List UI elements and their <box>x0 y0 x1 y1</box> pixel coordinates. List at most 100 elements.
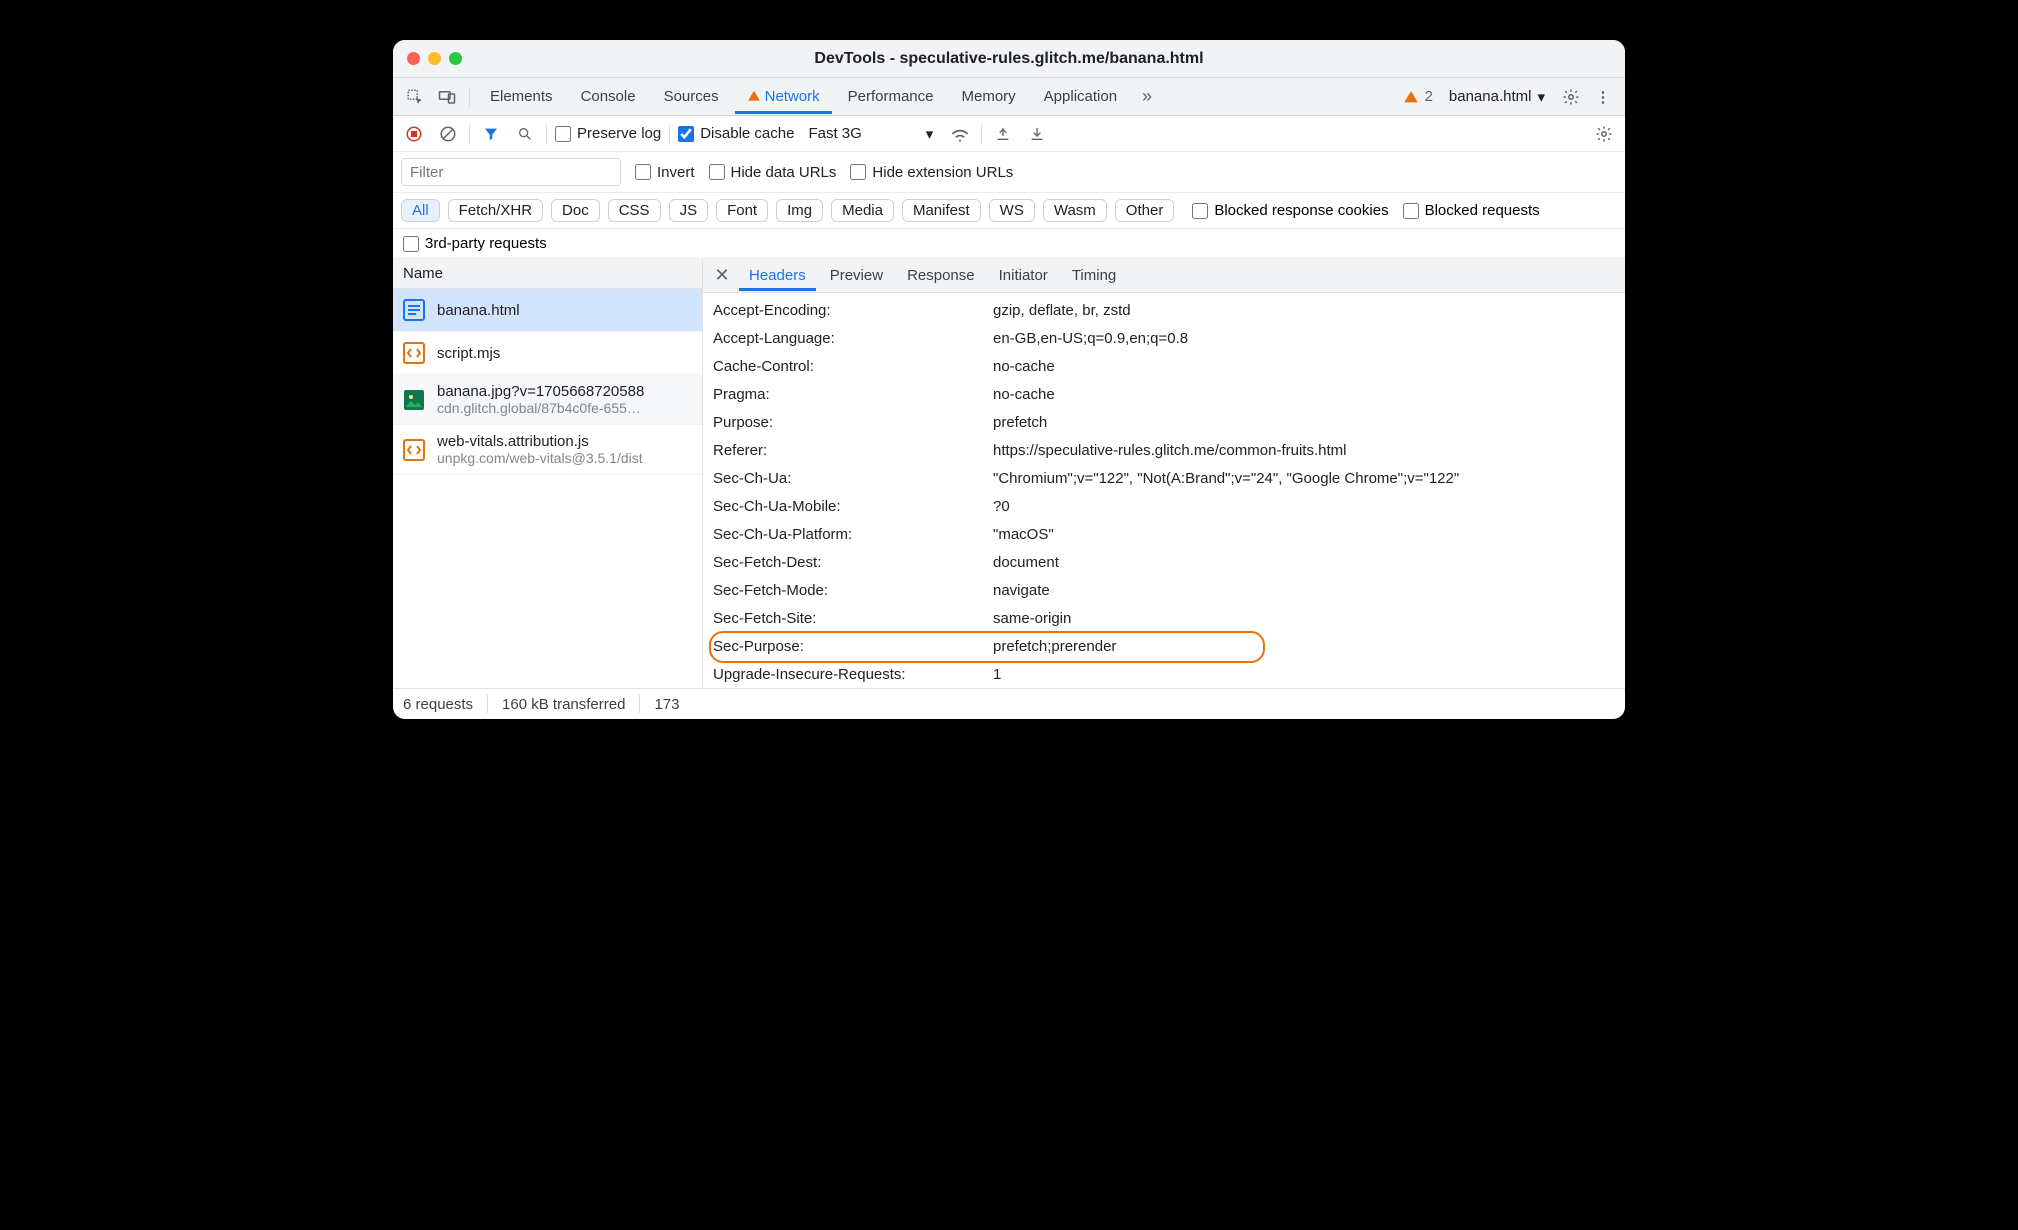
invert-label: Invert <box>657 164 695 181</box>
request-row[interactable]: web-vitals.attribution.jsunpkg.com/web-v… <box>393 425 702 475</box>
detail-tab-initiator[interactable]: Initiator <box>989 261 1058 290</box>
request-name: web-vitals.attribution.js <box>437 433 643 450</box>
header-value: "Chromium";v="122", "Not(A:Brand";v="24"… <box>993 467 1615 491</box>
type-chip-img[interactable]: Img <box>776 199 823 222</box>
blocked-cookies-checkbox[interactable]: Blocked response cookies <box>1192 202 1388 219</box>
divider <box>469 124 470 144</box>
network-conditions-icon[interactable] <box>947 121 973 147</box>
invert-checkbox[interactable]: Invert <box>635 164 695 181</box>
tab-network[interactable]: Network <box>735 80 832 114</box>
zoom-window-icon[interactable] <box>449 52 462 65</box>
close-detail-icon[interactable]: ✕ <box>709 265 735 286</box>
tab-memory[interactable]: Memory <box>950 80 1028 113</box>
header-row: Sec-Purpose:prefetch;prerender <box>703 633 1625 661</box>
traffic-lights <box>407 52 462 65</box>
hide-extension-urls-checkbox[interactable]: Hide extension URLs <box>850 164 1013 181</box>
inspect-icon[interactable] <box>401 83 429 111</box>
tab-application[interactable]: Application <box>1032 80 1129 113</box>
minimize-window-icon[interactable] <box>428 52 441 65</box>
preserve-log-label: Preserve log <box>577 125 661 142</box>
header-name: Cache-Control: <box>713 355 993 379</box>
record-icon[interactable] <box>401 121 427 147</box>
tab-sources[interactable]: Sources <box>652 80 731 113</box>
main-tabbar: ElementsConsoleSourcesNetworkPerformance… <box>393 78 1625 116</box>
divider <box>639 695 640 713</box>
header-value: no-cache <box>993 355 1615 379</box>
type-chip-fetch-xhr[interactable]: Fetch/XHR <box>448 199 543 222</box>
tab-elements[interactable]: Elements <box>478 80 565 113</box>
kebab-menu-icon[interactable]: ⋮ <box>1589 83 1617 111</box>
header-value: same-origin <box>993 607 1615 631</box>
disable-cache-checkbox[interactable]: Disable cache <box>678 125 794 142</box>
request-domain: unpkg.com/web-vitals@3.5.1/dist <box>437 450 643 466</box>
request-row[interactable]: banana.jpg?v=1705668720588cdn.glitch.glo… <box>393 375 702 425</box>
status-requests: 6 requests <box>403 696 473 713</box>
panel-settings-gear-icon[interactable] <box>1591 121 1617 147</box>
type-chip-other[interactable]: Other <box>1115 199 1175 222</box>
divider <box>546 124 547 144</box>
device-toggle-icon[interactable] <box>433 83 461 111</box>
context-selector[interactable]: banana.html ▾ <box>1449 88 1545 106</box>
header-value: prefetch <box>993 411 1615 435</box>
detail-tab-timing[interactable]: Timing <box>1062 261 1126 290</box>
header-value: https://speculative-rules.glitch.me/comm… <box>993 439 1615 463</box>
devtools-window: DevTools - speculative-rules.glitch.me/b… <box>393 40 1625 719</box>
tab-performance[interactable]: Performance <box>836 80 946 113</box>
detail-tab-response[interactable]: Response <box>897 261 985 290</box>
settings-gear-icon[interactable] <box>1557 83 1585 111</box>
request-list: banana.htmlscript.mjsbanana.jpg?v=170566… <box>393 289 702 688</box>
filter-funnel-icon[interactable] <box>478 121 504 147</box>
warning-badge[interactable]: 2 <box>1403 88 1433 105</box>
chevron-down-icon: ▾ <box>1537 88 1545 106</box>
header-value: gzip, deflate, br, zstd <box>993 299 1615 323</box>
header-name: Referer: <box>713 439 993 463</box>
headers-list: Accept-Encoding:gzip, deflate, br, zstdA… <box>703 293 1625 688</box>
type-chip-css[interactable]: CSS <box>608 199 661 222</box>
header-value: no-cache <box>993 383 1615 407</box>
img-file-icon <box>401 387 427 413</box>
third-party-row: 3rd-party requests <box>393 229 1625 259</box>
detail-tabbar: ✕ HeadersPreviewResponseInitiatorTiming <box>703 259 1625 293</box>
request-row[interactable]: script.mjs <box>393 332 702 375</box>
divider <box>981 124 982 144</box>
type-chip-ws[interactable]: WS <box>989 199 1035 222</box>
type-chip-wasm[interactable]: Wasm <box>1043 199 1107 222</box>
header-name: Pragma: <box>713 383 993 407</box>
detail-tab-headers[interactable]: Headers <box>739 261 816 291</box>
type-chip-media[interactable]: Media <box>831 199 894 222</box>
header-name: Sec-Fetch-Mode: <box>713 579 993 603</box>
throttle-select[interactable]: Fast 3G ▾ <box>802 123 939 145</box>
doc-file-icon <box>401 297 427 323</box>
blocked-cookies-label: Blocked response cookies <box>1214 202 1388 219</box>
hide-data-urls-checkbox[interactable]: Hide data URLs <box>709 164 837 181</box>
more-tabs-icon[interactable]: » <box>1133 83 1161 111</box>
clear-icon[interactable] <box>435 121 461 147</box>
header-value: 1 <box>993 663 1615 687</box>
export-har-icon[interactable] <box>990 121 1016 147</box>
type-chip-js[interactable]: JS <box>669 199 709 222</box>
request-row[interactable]: banana.html <box>393 289 702 332</box>
filter-input[interactable] <box>401 158 621 186</box>
search-icon[interactable] <box>512 121 538 147</box>
preserve-log-checkbox[interactable]: Preserve log <box>555 125 661 142</box>
type-chip-font[interactable]: Font <box>716 199 768 222</box>
header-value: en-GB,en-US;q=0.9,en;q=0.8 <box>993 327 1615 351</box>
header-name: Sec-Ch-Ua-Platform: <box>713 523 993 547</box>
type-chip-manifest[interactable]: Manifest <box>902 199 981 222</box>
type-chip-all[interactable]: All <box>401 199 440 222</box>
header-row: Accept-Language:en-GB,en-US;q=0.9,en;q=0… <box>703 325 1625 353</box>
divider <box>469 87 470 107</box>
blocked-requests-checkbox[interactable]: Blocked requests <box>1403 202 1540 219</box>
divider <box>669 124 670 144</box>
header-value: navigate <box>993 579 1615 603</box>
network-toolbar: Preserve log Disable cache Fast 3G ▾ <box>393 116 1625 152</box>
import-har-icon[interactable] <box>1024 121 1050 147</box>
detail-tab-preview[interactable]: Preview <box>820 261 893 290</box>
third-party-checkbox[interactable]: 3rd-party requests <box>403 235 1615 252</box>
type-chip-doc[interactable]: Doc <box>551 199 600 222</box>
content-area: Name banana.htmlscript.mjsbanana.jpg?v=1… <box>393 259 1625 689</box>
close-window-icon[interactable] <box>407 52 420 65</box>
header-row: Sec-Ch-Ua-Mobile:?0 <box>703 493 1625 521</box>
tab-console[interactable]: Console <box>569 80 648 113</box>
third-party-label: 3rd-party requests <box>425 235 547 252</box>
